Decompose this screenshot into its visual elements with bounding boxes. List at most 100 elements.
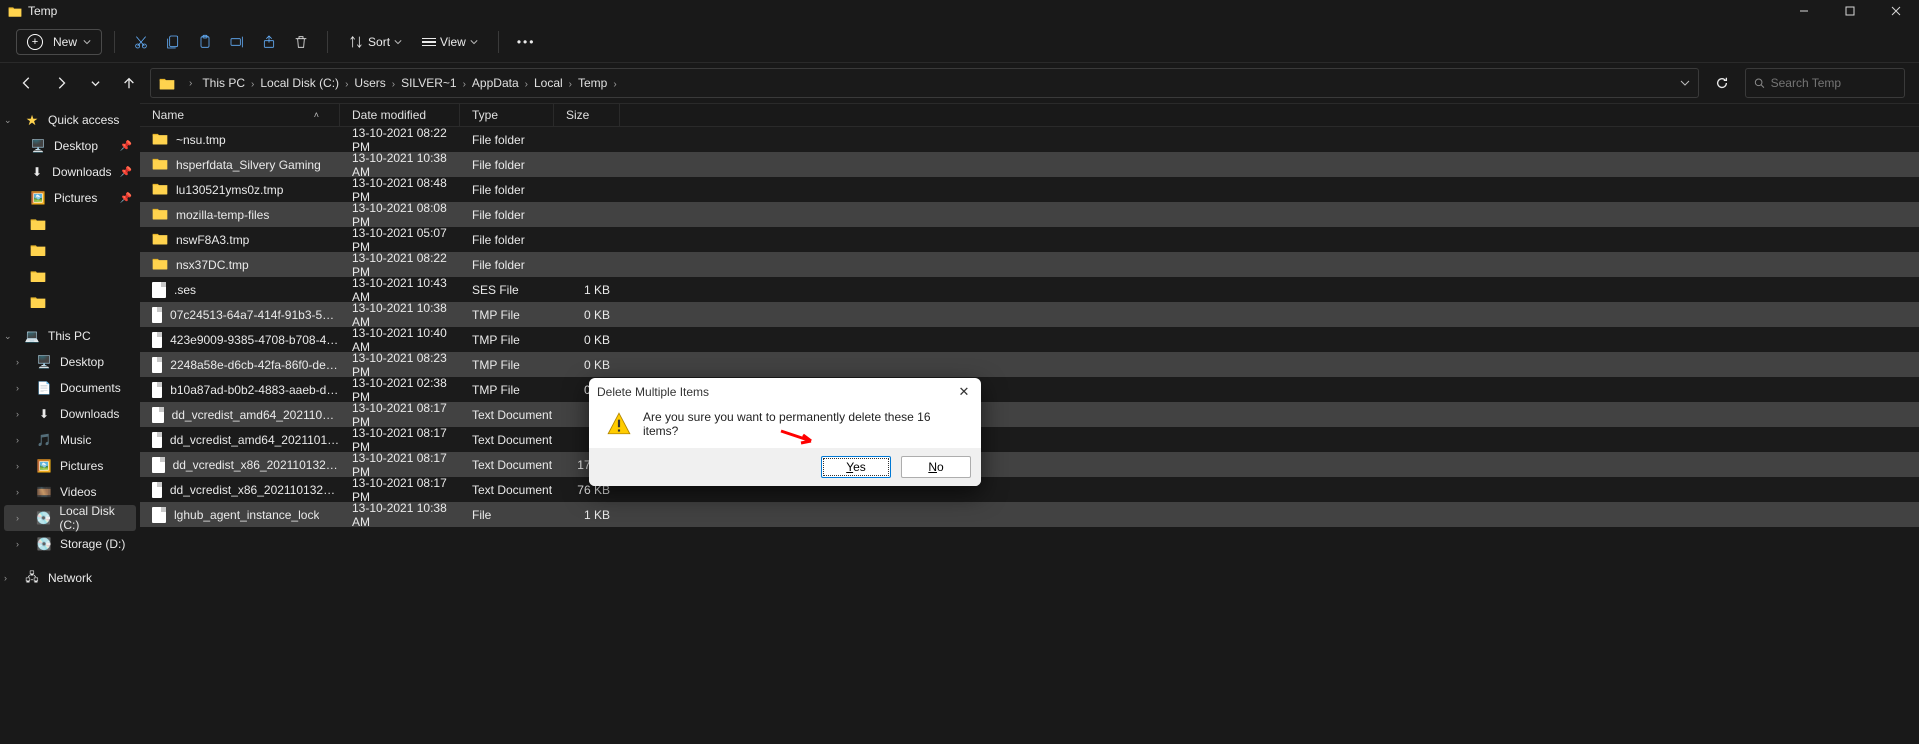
folder-icon: [30, 296, 46, 308]
file-list: Name ˄ Date modified Type Size ~nsu.tmp1…: [140, 103, 1919, 744]
pin-icon: 📌: [120, 193, 132, 204]
file-row[interactable]: b10a87ad-b0b2-4883-aaeb-dd5ebb5e578...13…: [140, 377, 1919, 402]
share-button[interactable]: [255, 28, 283, 56]
view-button[interactable]: View: [414, 31, 486, 53]
file-row[interactable]: .ses13-10-2021 10:43 AMSES File1 KB: [140, 277, 1919, 302]
picture-icon: 🖼️: [30, 191, 46, 205]
sidebar-item[interactable]: ›🎵Music: [0, 427, 140, 453]
chevron-down-icon: [470, 38, 478, 46]
video-icon: 🎞️: [36, 485, 52, 499]
column-header-size[interactable]: Size: [554, 104, 620, 126]
file-row[interactable]: ~nsu.tmp13-10-2021 08:22 PMFile folder: [140, 127, 1919, 152]
close-button[interactable]: [1873, 0, 1919, 22]
chevron-right-icon: ›: [16, 539, 26, 549]
file-name: nswF8A3.tmp: [176, 233, 249, 247]
sidebar-item[interactable]: ›💽Local Disk (C:): [4, 505, 136, 531]
yes-button[interactable]: Yes: [821, 456, 891, 478]
breadcrumb-segment[interactable]: Local: [532, 76, 565, 90]
network-header[interactable]: › 🖧 Network: [0, 565, 140, 591]
file-row[interactable]: nsx37DC.tmp13-10-2021 08:22 PMFile folde…: [140, 252, 1919, 277]
chevron-down-icon[interactable]: [1680, 78, 1690, 88]
file-type: File folder: [460, 158, 554, 172]
file-type: TMP File: [460, 358, 554, 372]
sidebar-item[interactable]: ›📄Documents: [0, 375, 140, 401]
sidebar-item-label: Desktop: [54, 139, 98, 153]
sort-button[interactable]: Sort: [340, 30, 410, 54]
sidebar-item[interactable]: 🖼️Pictures📌: [0, 185, 140, 211]
file-row[interactable]: dd_vcredist_x86_2021101320164513-10-2021…: [140, 452, 1919, 477]
cut-button[interactable]: [127, 28, 155, 56]
file-name: lu130521yms0z.tmp: [176, 183, 283, 197]
download-icon: ⬇: [36, 407, 52, 421]
file-row[interactable]: mozilla-temp-files13-10-2021 08:08 PMFil…: [140, 202, 1919, 227]
column-header-name[interactable]: Name ˄: [140, 104, 340, 126]
maximize-button[interactable]: [1827, 0, 1873, 22]
paste-button[interactable]: [191, 28, 219, 56]
picture-icon: 🖼️: [36, 459, 52, 473]
file-icon: [152, 307, 162, 323]
sidebar-folder[interactable]: [0, 237, 140, 263]
breadcrumb-segment[interactable]: SILVER~1: [399, 76, 458, 90]
sidebar-folder[interactable]: [0, 211, 140, 237]
recent-locations-button[interactable]: [82, 70, 108, 96]
file-type: TMP File: [460, 308, 554, 322]
file-type: Text Document: [460, 458, 554, 472]
sidebar-folder[interactable]: [0, 263, 140, 289]
file-row[interactable]: dd_vcredist_amd64_20211013201718_000...1…: [140, 427, 1919, 452]
file-row[interactable]: hsperfdata_Silvery Gaming13-10-2021 10:3…: [140, 152, 1919, 177]
copy-button[interactable]: [159, 28, 187, 56]
column-header-date[interactable]: Date modified: [340, 104, 460, 126]
file-row[interactable]: dd_vcredist_amd64_2021101320171813-10-20…: [140, 402, 1919, 427]
breadcrumb-segment[interactable]: Users: [352, 76, 387, 90]
monitor-icon: 🖥️: [36, 355, 52, 369]
file-row[interactable]: lu130521yms0z.tmp13-10-2021 08:48 PMFile…: [140, 177, 1919, 202]
breadcrumb-segment[interactable]: AppData: [470, 76, 521, 90]
sidebar-item[interactable]: ›💽Storage (D:): [0, 531, 140, 557]
file-name: 07c24513-64a7-414f-91b3-50cb91c2c2f5.t..…: [170, 308, 340, 322]
file-row[interactable]: 07c24513-64a7-414f-91b3-50cb91c2c2f5.t..…: [140, 302, 1919, 327]
search-box[interactable]: [1745, 68, 1905, 98]
address-bar[interactable]: › This PC›Local Disk (C:)›Users›SILVER~1…: [150, 68, 1699, 98]
up-button[interactable]: [116, 70, 142, 96]
sidebar-item[interactable]: ›🖥️Desktop: [0, 349, 140, 375]
file-row[interactable]: 423e9009-9385-4708-b708-4c6a22b6cf67...1…: [140, 327, 1919, 352]
rename-button[interactable]: [223, 28, 251, 56]
sidebar-folder[interactable]: [0, 289, 140, 315]
sidebar-item[interactable]: ›⬇Downloads: [0, 401, 140, 427]
quick-access-header[interactable]: ⌄ ★ Quick access: [0, 107, 140, 133]
new-button[interactable]: + New: [16, 29, 102, 55]
sidebar-item[interactable]: ›🎞️Videos: [0, 479, 140, 505]
nav-row: › This PC›Local Disk (C:)›Users›SILVER~1…: [0, 63, 1919, 103]
minimize-button[interactable]: [1781, 0, 1827, 22]
chevron-right-icon: ›: [16, 487, 26, 497]
dialog-close-button[interactable]: ✕: [955, 383, 973, 401]
sidebar-item[interactable]: ⬇Downloads📌: [0, 159, 140, 185]
no-button[interactable]: No: [901, 456, 971, 478]
more-button[interactable]: •••: [511, 29, 542, 55]
sidebar-item-label: Downloads: [60, 407, 119, 421]
chevron-down-icon: ⌄: [4, 331, 14, 342]
file-row[interactable]: dd_vcredist_x86_20211013201645_000_vc...…: [140, 477, 1919, 502]
file-row[interactable]: 2248a58e-d6cb-42fa-86f0-deb8eddccad5...1…: [140, 352, 1919, 377]
back-button[interactable]: [14, 70, 40, 96]
file-name: dd_vcredist_x86_20211013201645_000_vc...: [170, 483, 340, 497]
music-icon: 🎵: [36, 433, 52, 447]
chevron-right-icon: ›: [565, 79, 576, 90]
breadcrumb-segment[interactable]: Local Disk (C:): [258, 76, 341, 90]
title-bar: Temp: [0, 0, 1919, 22]
refresh-button[interactable]: [1707, 68, 1737, 98]
forward-button[interactable]: [48, 70, 74, 96]
this-pc-header[interactable]: ⌄ 💻 This PC: [0, 323, 140, 349]
file-row[interactable]: nswF8A3.tmp13-10-2021 05:07 PMFile folde…: [140, 227, 1919, 252]
sidebar-item[interactable]: 🖥️Desktop📌: [0, 133, 140, 159]
sidebar-item[interactable]: ›🖼️Pictures: [0, 453, 140, 479]
breadcrumb-segment[interactable]: Temp: [576, 76, 609, 90]
file-date: 13-10-2021 08:22 PM: [340, 251, 460, 279]
search-input[interactable]: [1771, 76, 1896, 90]
file-type: Text Document: [460, 408, 554, 422]
file-row[interactable]: lghub_agent_instance_lock13-10-2021 10:3…: [140, 502, 1919, 527]
delete-button[interactable]: [287, 28, 315, 56]
breadcrumb-segment[interactable]: This PC: [200, 76, 247, 90]
sidebar-item-label: Documents: [60, 381, 121, 395]
column-header-type[interactable]: Type: [460, 104, 554, 126]
